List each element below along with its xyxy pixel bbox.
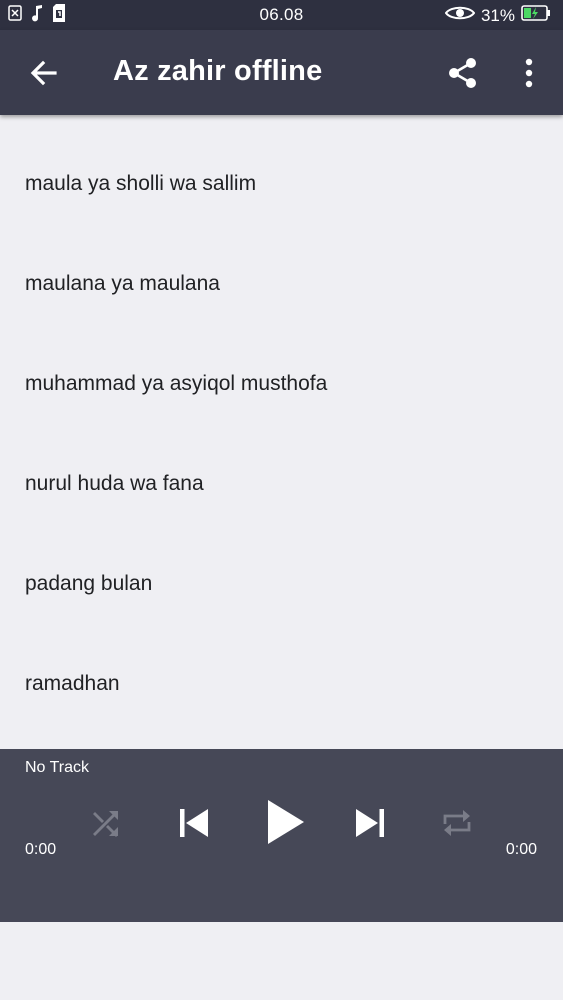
elapsed-time: 0:00 bbox=[25, 841, 57, 858]
now-playing-label: No Track bbox=[25, 759, 90, 776]
app-title: Az zahir offline bbox=[113, 55, 323, 87]
app-bar: Az zahir offline bbox=[0, 30, 563, 115]
status-right-icons: 31% bbox=[444, 4, 551, 27]
track-label: maulana ya maulana bbox=[25, 272, 220, 295]
more-options-button[interactable] bbox=[516, 57, 542, 89]
track-item[interactable]: maula ya sholli wa sallim bbox=[0, 134, 563, 234]
battery-percent: 31% bbox=[480, 5, 515, 25]
back-arrow-icon bbox=[30, 60, 57, 86]
track-item[interactable]: nurul huda wa fana bbox=[0, 434, 563, 534]
back-button[interactable] bbox=[28, 57, 60, 89]
track-item[interactable]: ramadhan bbox=[0, 634, 563, 734]
skip-previous-icon bbox=[180, 809, 208, 837]
previous-track-button[interactable] bbox=[176, 805, 212, 841]
eye-icon bbox=[444, 4, 476, 27]
repeat-button[interactable] bbox=[440, 807, 474, 839]
next-track-button[interactable] bbox=[352, 805, 388, 841]
track-label: ramadhan bbox=[25, 672, 120, 695]
total-time: 0:00 bbox=[505, 841, 537, 858]
track-label: padang bulan bbox=[25, 572, 153, 595]
status-bar: 06.08 31% bbox=[0, 0, 563, 30]
share-button[interactable] bbox=[446, 56, 480, 90]
track-label: maula ya sholli wa sallim bbox=[25, 172, 257, 195]
track-item[interactable]: muhammad ya asyiqol musthofa bbox=[0, 334, 563, 434]
track-list: maula ya sholli wa sallim maulana ya mau… bbox=[0, 134, 563, 734]
more-vert-icon bbox=[525, 58, 533, 88]
player-panel: No Track 0:00 0:00 bbox=[0, 749, 563, 922]
track-item[interactable]: maulana ya maulana bbox=[0, 234, 563, 334]
play-icon bbox=[268, 800, 304, 844]
track-label: muhammad ya asyiqol musthofa bbox=[25, 372, 328, 395]
repeat-icon bbox=[443, 810, 471, 836]
shuffle-button[interactable] bbox=[90, 807, 122, 839]
skip-next-icon bbox=[356, 809, 384, 837]
shuffle-icon bbox=[93, 811, 118, 837]
battery-charging-icon bbox=[521, 4, 551, 27]
track-item[interactable]: padang bulan bbox=[0, 534, 563, 634]
play-button[interactable] bbox=[262, 797, 308, 847]
share-icon bbox=[449, 58, 476, 88]
track-label: nurul huda wa fana bbox=[25, 472, 204, 495]
